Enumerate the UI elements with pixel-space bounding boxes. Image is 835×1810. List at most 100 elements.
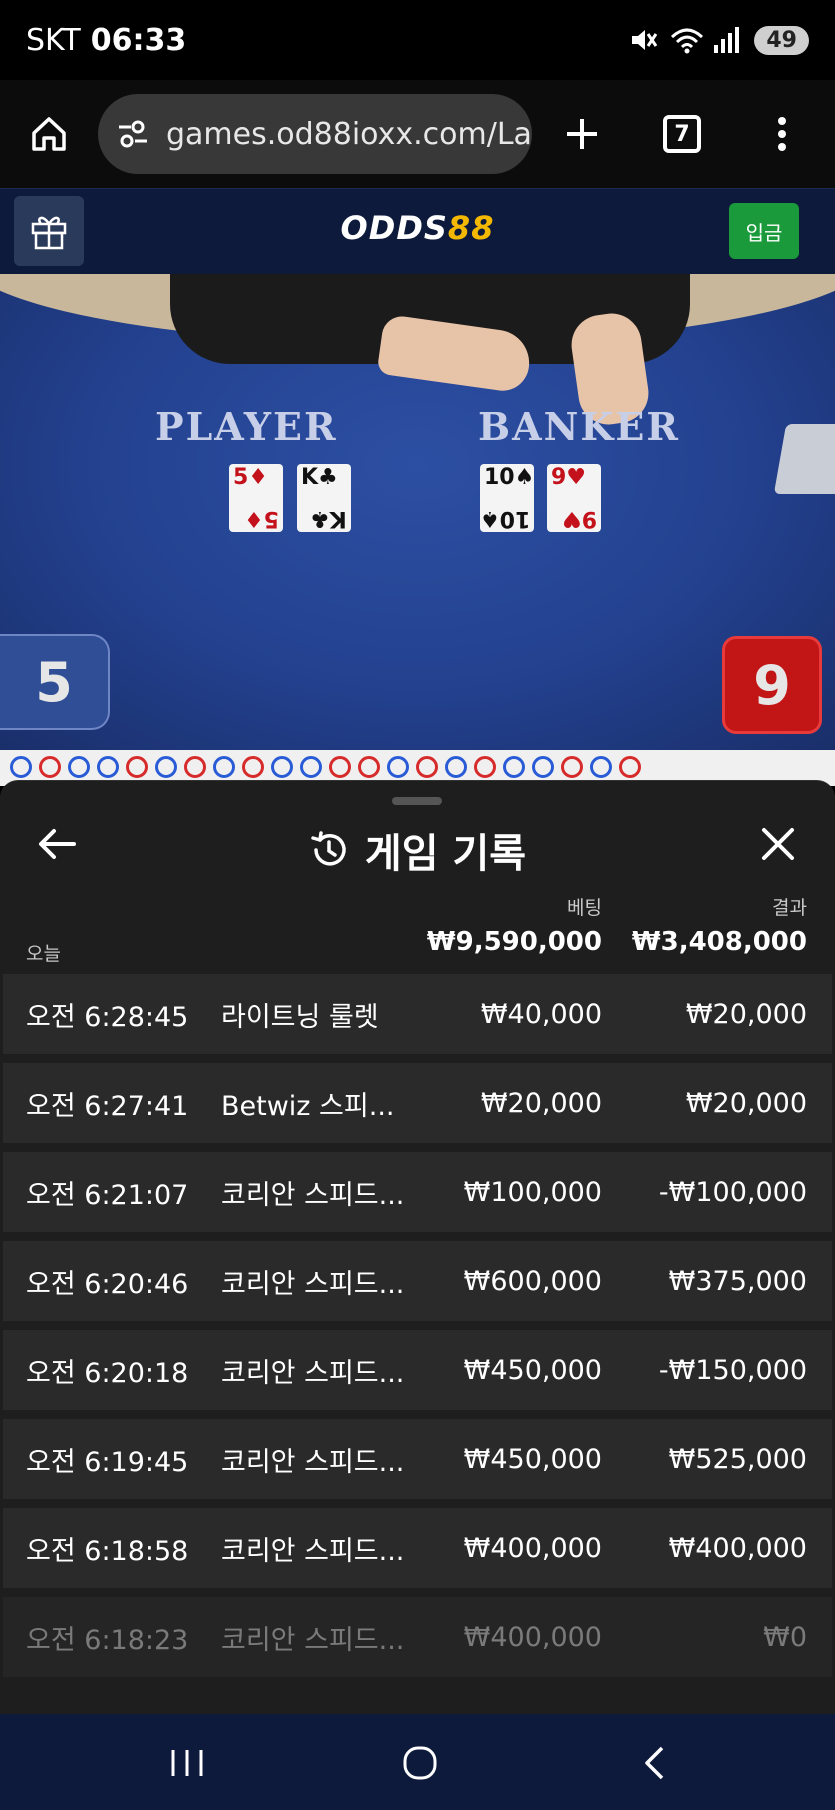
road-bead (213, 756, 235, 778)
row-time: 오전 6:20:46 (26, 1268, 189, 1300)
signal-icon (712, 25, 742, 55)
row-result: ₩20,000 (685, 1087, 807, 1119)
tab-count: 7 (663, 115, 701, 153)
row-result: ₩525,000 (668, 1443, 807, 1475)
player-label: PLAYER (155, 404, 338, 449)
road-bead (155, 756, 177, 778)
row-time: 오전 6:20:18 (26, 1357, 189, 1389)
game-history-sheet: 게임 기록 베팅 결과 오늘 ₩9,590,000 ₩3,408,000 오전 … (0, 780, 835, 1714)
site-settings-icon[interactable] (116, 117, 150, 151)
row-result: ₩20,000 (685, 998, 807, 1030)
total-result: ₩3,408,000 (631, 927, 807, 957)
home-icon (32, 117, 66, 151)
history-row[interactable]: 오전 6:21:07 코리안 스피드... ₩100,000 -₩100,000 (3, 1152, 832, 1232)
home-button[interactable] (0, 80, 98, 188)
row-game: 코리안 스피드... (221, 1535, 405, 1567)
road-bead (329, 756, 351, 778)
recent-apps-button[interactable] (147, 1738, 227, 1788)
road-bead (561, 756, 583, 778)
row-bet: ₩600,000 (463, 1265, 602, 1297)
row-game: 라이트닝 룰렛 (221, 1001, 379, 1033)
close-button[interactable] (751, 817, 805, 871)
row-game: 코리안 스피드... (221, 1624, 405, 1656)
home-nav-button[interactable] (380, 1738, 460, 1788)
road-bead (242, 756, 264, 778)
row-time: 오전 6:28:45 (26, 1001, 189, 1033)
brand-logo[interactable]: ODDS88 (0, 209, 835, 247)
status-bar: SKT 06:33 49 (0, 0, 835, 80)
history-row[interactable]: 오전 6:27:41 Betwiz 스피... ₩20,000 ₩20,000 (3, 1063, 832, 1143)
road-bead (532, 756, 554, 778)
drag-handle[interactable] (392, 797, 442, 805)
back-nav-button[interactable] (614, 1738, 694, 1788)
battery-indicator: 49 (754, 25, 809, 55)
row-time: 오전 6:21:07 (26, 1179, 189, 1211)
history-row[interactable]: 오전 6:20:46 코리안 스피드... ₩600,000 ₩375,000 (3, 1241, 832, 1321)
road-bead (416, 756, 438, 778)
banker-card-1: 10♠ 10♠ (479, 464, 535, 532)
site-header: ODDS88 입금 (0, 188, 835, 274)
row-bet: ₩400,000 (463, 1532, 602, 1564)
column-header-result: 결과 (772, 897, 807, 919)
wifi-icon (670, 25, 704, 55)
recent-apps-icon (171, 1750, 203, 1776)
row-bet: ₩100,000 (463, 1176, 602, 1208)
deposit-button[interactable]: 입금 (729, 203, 799, 259)
history-row[interactable]: 오전 6:20:18 코리안 스피드... ₩450,000 -₩150,000 (3, 1330, 832, 1410)
banker-card-2: 9♥ 9♥ (547, 464, 601, 532)
today-label: 오늘 (26, 943, 61, 965)
plus-icon (567, 119, 597, 149)
total-bet: ₩9,590,000 (426, 927, 602, 957)
history-row[interactable]: 오전 6:18:23 코리안 스피드... ₩400,000 ₩0 (3, 1597, 832, 1677)
address-bar[interactable]: games.od88ioxx.com/Laun (98, 94, 532, 174)
row-game: 코리안 스피드... (221, 1179, 405, 1211)
new-tab-button[interactable] (532, 80, 632, 188)
home-circle-icon (403, 1746, 437, 1780)
row-time: 오전 6:18:23 (26, 1624, 189, 1656)
brand-logo-part1: ODDS (340, 209, 448, 247)
history-row[interactable]: 오전 6:18:58 코리안 스피드... ₩400,000 ₩400,000 (3, 1508, 832, 1588)
row-bet: ₩450,000 (463, 1443, 602, 1475)
row-result: ₩0 (763, 1621, 807, 1653)
close-icon (762, 828, 794, 860)
live-game-video[interactable]: PLAYER BANKER 5♦ 5♦ K♣ K♣ 10♠ 10♠ 9♥ 9♥ 5 9 (0, 274, 835, 750)
column-header-bet: 베팅 (567, 897, 602, 919)
carrier-label: SKT (26, 22, 81, 58)
history-row[interactable]: 오전 6:19:45 코리안 스피드... ₩450,000 ₩525,000 (3, 1419, 832, 1499)
row-bet: ₩450,000 (463, 1354, 602, 1386)
browser-toolbar: games.od88ioxx.com/Laun 7 (0, 80, 835, 188)
row-result: ₩375,000 (668, 1265, 807, 1297)
road-bead (358, 756, 380, 778)
road-bead (184, 756, 206, 778)
road-bead (39, 756, 61, 778)
road-bead (445, 756, 467, 778)
road-bead (590, 756, 612, 778)
road-bead (68, 756, 90, 778)
road-bead (271, 756, 293, 778)
system-nav-bar (0, 1714, 835, 1810)
banker-score: 9 (722, 636, 822, 734)
chevron-left-icon (645, 1746, 664, 1780)
row-bet: ₩40,000 (480, 998, 602, 1030)
road-bead (474, 756, 496, 778)
status-time: 06:33 (90, 22, 187, 58)
banker-label: BANKER (478, 404, 680, 449)
road-bead (503, 756, 525, 778)
history-row[interactable]: 오전 6:28:45 라이트닝 룰렛 ₩40,000 ₩20,000 (3, 974, 832, 1054)
tab-switcher-button[interactable]: 7 (632, 80, 732, 188)
browser-menu-button[interactable] (732, 80, 832, 188)
row-game: 코리안 스피드... (221, 1446, 405, 1478)
row-game: 코리안 스피드... (221, 1268, 405, 1300)
card-shoe (773, 424, 835, 494)
row-time: 오전 6:18:58 (26, 1535, 189, 1567)
row-result: -₩100,000 (658, 1176, 807, 1208)
history-icon (311, 831, 346, 866)
player-score: 5 (0, 634, 110, 730)
sheet-title: 게임 기록 (364, 831, 527, 877)
road-bead (300, 756, 322, 778)
row-time: 오전 6:27:41 (26, 1090, 189, 1122)
row-game: Betwiz 스피... (221, 1090, 395, 1122)
road-bead (387, 756, 409, 778)
road-bead (97, 756, 119, 778)
player-card-2: K♣ K♣ (297, 464, 351, 532)
